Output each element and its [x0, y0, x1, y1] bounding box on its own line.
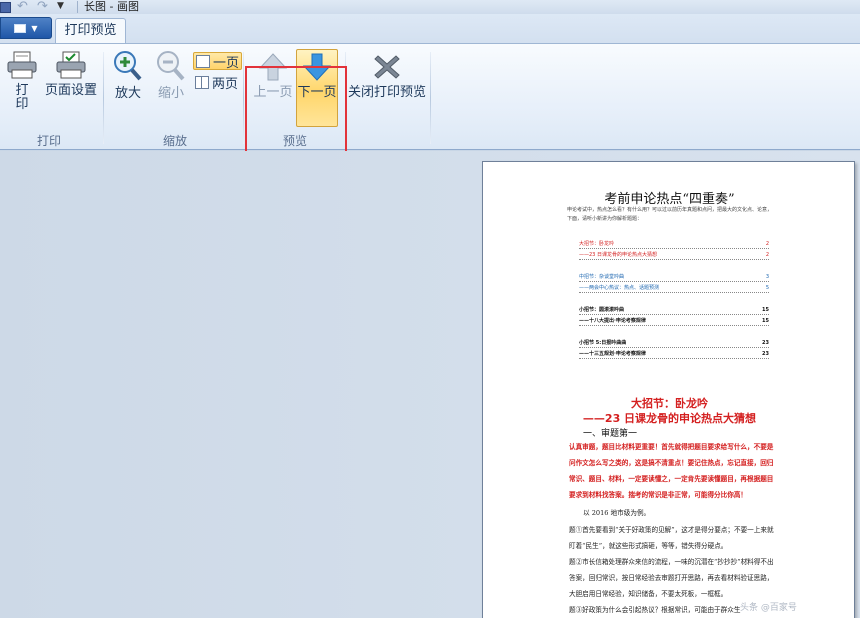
chevron-down-icon: ▼: [31, 23, 38, 33]
subsection-heading: 一、审题第一: [583, 429, 638, 439]
zoom-out-button[interactable]: 缩小: [153, 49, 189, 101]
toc-row[interactable]: ——23 日课龙骨的申论热点大猜想 2: [579, 251, 769, 260]
undo-icon[interactable]: ↶: [17, 0, 31, 13]
app-menu-button[interactable]: ▼: [0, 17, 52, 39]
toc-row[interactable]: 小招节：圆滚滚吟曲 15: [579, 306, 769, 315]
zoom-in-label: 放大: [114, 86, 141, 101]
two-page-label: 两页: [212, 76, 239, 92]
quick-access-toolbar: ↶ ↷ ▼: [0, 0, 73, 14]
page-setup-icon: [56, 51, 86, 79]
title-bar: ↶ ↷ ▼ 长图 - 画图: [0, 0, 860, 14]
group-separator: [243, 52, 244, 144]
group-separator: [103, 52, 104, 144]
printer-icon: [7, 51, 37, 79]
two-page-button[interactable]: 两页: [195, 73, 239, 92]
page-setup-button[interactable]: 页面设置: [43, 50, 99, 98]
one-page-label: 一页: [213, 55, 240, 71]
document-icon: [14, 23, 27, 33]
zoom-in-button[interactable]: 放大: [110, 49, 146, 101]
toc-row[interactable]: ——十三五规划·申论考察规律 23: [579, 350, 769, 359]
print-label: 打 印: [15, 83, 29, 112]
close-print-preview-label: 关闭打印预览: [348, 85, 427, 100]
toc-row[interactable]: 小招节 5:日报吟曲曲 23: [579, 339, 769, 348]
print-group-label: 打印: [36, 134, 61, 148]
body-paragraph: 题①首先要看到“关于好政策的见解”，这才是得分要点；不要一上来就盯着“民生”，就…: [569, 526, 774, 550]
document-intro: 申论考试中，热点怎么看？有什么用？可以过以前历年真题和点问，把最大的文化点、论意…: [567, 207, 773, 222]
group-separator: [430, 52, 431, 144]
ribbon: 打 印 页面设置 打印 放大 缩小 一页 两页 缩放 上一页 下一页 预览 关闭…: [0, 43, 860, 189]
toc-row[interactable]: ——两会中心热议：热点、话题预测 5: [579, 284, 769, 293]
preview-page: 考前申论热点“四重奏” 申论考试中，热点怎么看？有什么用？可以过以前历年真题和点…: [482, 161, 855, 618]
toc-row[interactable]: 中招节：杂谈堂吟曲 3: [579, 273, 769, 282]
zoom-out-label: 缩小: [157, 86, 184, 101]
emphasis-paragraph: 认真审题，题目比材料更重要！首先就得把题目要求给写什么，不要是问作文怎么写之类的…: [569, 443, 774, 499]
toc-row[interactable]: ——十八大提出·申论考察规律 15: [579, 317, 769, 326]
one-page-button[interactable]: 一页: [193, 52, 243, 71]
one-page-icon: [196, 54, 210, 68]
zoom-in-icon: [114, 51, 142, 81]
window-title: 长图 - 画图: [84, 0, 139, 13]
section-heading-2: ——23 日课龙骨的申论热点大猜想: [582, 412, 757, 425]
body-paragraph: 以 2016 地市级为例。: [583, 509, 651, 517]
body-paragraph: 题②市长信箱处理群众来信的流程，一味的沉潜在“抄抄抄”材料得不出答案，回归常识，…: [569, 558, 774, 598]
section-heading-1: 大招节：卧龙吟: [631, 397, 708, 410]
tab-print-preview[interactable]: 打印预览: [55, 18, 126, 44]
document-title: 考前申论热点“四重奏”: [604, 192, 735, 207]
save-icon[interactable]: [0, 1, 11, 13]
print-button[interactable]: 打 印: [5, 50, 39, 112]
title-separator: [77, 1, 78, 13]
zoom-group-label: 缩放: [162, 134, 187, 148]
ribbon-tab-row: ▼ 打印预览: [0, 14, 860, 44]
close-print-preview-button[interactable]: 关闭打印预览: [348, 52, 426, 100]
toc-row[interactable]: 大招节：卧龙吟 2: [579, 240, 769, 249]
close-icon: [374, 55, 400, 79]
page-setup-label: 页面设置: [44, 83, 97, 98]
watermark-text: 头条 @百家号: [740, 603, 797, 613]
table-of-contents: 大招节：卧龙吟 2 ——23 日课龙骨的申论热点大猜想 2 中招节：杂谈堂吟曲 3 —…: [579, 240, 769, 361]
redo-icon[interactable]: ↷: [37, 0, 51, 13]
zoom-out-icon: [157, 51, 185, 81]
customize-dropdown-icon[interactable]: ▼: [57, 1, 67, 13]
two-page-icon: [195, 75, 209, 89]
